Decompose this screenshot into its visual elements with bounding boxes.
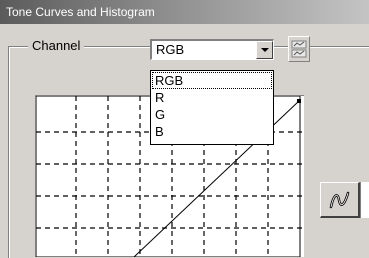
channel-option-g[interactable]: G	[153, 107, 271, 122]
freehand-curve-button[interactable]	[320, 182, 360, 218]
channel-dropdown-button[interactable]	[256, 41, 273, 59]
chevron-down-icon	[261, 48, 269, 52]
side-panel-edge	[360, 182, 369, 218]
curve-endpoint-handle[interactable]	[297, 99, 301, 103]
window-title: Tone Curves and Histogram	[0, 0, 369, 24]
channel-option-rgb[interactable]: RGB	[152, 72, 272, 89]
channel-dropdown-list[interactable]: RGB R G B	[150, 70, 274, 145]
curve-file-button[interactable]	[288, 36, 310, 62]
channel-option-r[interactable]: R	[153, 90, 271, 105]
freehand-curve-icon	[329, 191, 350, 209]
save-load-curve-icon	[291, 40, 307, 58]
channel-label: Channel	[28, 38, 85, 54]
channel-option-b[interactable]: B	[153, 124, 271, 139]
channel-select-value: RGB	[156, 42, 185, 57]
channel-select[interactable]: RGB	[150, 39, 274, 60]
group-frame-divider	[312, 46, 369, 47]
